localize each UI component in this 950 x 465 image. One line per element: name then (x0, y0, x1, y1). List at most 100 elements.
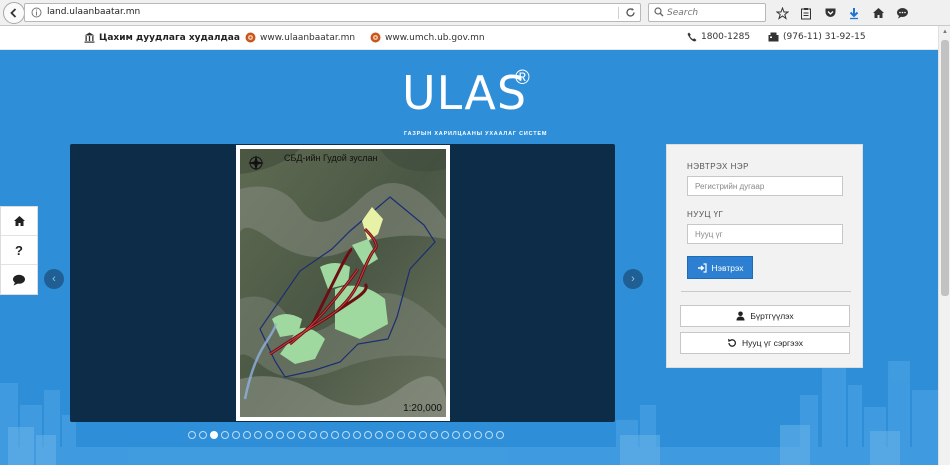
url-text[interactable]: land.ulaanbaatar.mn (47, 7, 140, 17)
ulas-logo[interactable]: ULAS ® ГАЗРЫН ХАРИЛЦААНЫ УХААЛАГ СИСТЕМ (402, 67, 546, 137)
reset-password-button[interactable]: Нууц үг сэргээх (680, 332, 850, 354)
slider-dot[interactable] (265, 431, 273, 439)
login-button[interactable]: Нэвтрэх (687, 256, 753, 279)
sign-in-icon (697, 262, 707, 273)
slider-dot[interactable] (408, 431, 416, 439)
slider-dot[interactable] (386, 431, 394, 439)
globe-icon (370, 32, 381, 43)
slider-dot[interactable] (375, 431, 383, 439)
register-button-label: Бүртгүүлэх (750, 311, 794, 321)
search-box[interactable] (648, 3, 766, 22)
slider-dot[interactable] (298, 431, 306, 439)
scroll-up-arrow[interactable]: ▲ (939, 26, 950, 38)
downloads-button[interactable] (844, 4, 864, 22)
slider-dot[interactable] (397, 431, 405, 439)
phone-icon (687, 32, 697, 42)
slider-prev-button[interactable]: ‹ (44, 269, 64, 289)
side-nav-home[interactable] (1, 207, 37, 236)
side-nav-help[interactable]: ? (1, 236, 37, 265)
download-icon (849, 7, 859, 19)
back-arrow-icon (10, 8, 17, 18)
password-label: НУУЦ ҮГ (687, 210, 724, 219)
slider-dot[interactable] (320, 431, 328, 439)
slider-dot[interactable] (430, 431, 438, 439)
site1-text: www.ulaanbaatar.mn (260, 32, 356, 43)
chat-button[interactable] (892, 4, 912, 22)
search-input[interactable] (667, 6, 763, 20)
hero-section: ULAS ® ГАЗРЫН ХАРИЛЦААНЫ УХААЛАГ СИСТЕМ … (0, 50, 938, 465)
satellite-map (240, 149, 446, 417)
info-icon[interactable] (31, 7, 42, 18)
map-image: СБД-ийн Гудой зуслан 1:20,000 (240, 149, 446, 417)
slider-dot[interactable] (474, 431, 482, 439)
refresh-icon (728, 338, 737, 347)
chat-icon (13, 274, 25, 285)
chevron-left-icon: ‹ (52, 273, 56, 285)
slider-dot[interactable] (287, 431, 295, 439)
slider-dot[interactable] (276, 431, 284, 439)
site2-link[interactable]: www.umch.ub.gov.mn (370, 32, 485, 43)
side-nav-chat[interactable] (1, 265, 37, 294)
home-button[interactable] (868, 4, 888, 22)
logo-subtitle: ГАЗРЫН ХАРИЛЦААНЫ УХААЛАГ СИСТЕМ (404, 131, 548, 137)
slider-dot[interactable] (221, 431, 229, 439)
reset-password-label: Нууц үг сэргээх (742, 338, 803, 348)
slider-dot[interactable] (496, 431, 504, 439)
top-info-bar: Цахим дуудлага худалдаа www.ulaanbaatar.… (0, 26, 938, 50)
side-nav: ? (0, 206, 38, 295)
chat-icon (896, 8, 908, 19)
panel-divider (681, 291, 851, 292)
phone-info: 1800-1285 (687, 32, 750, 42)
url-divider (618, 7, 619, 19)
slider-dot[interactable] (232, 431, 240, 439)
slider-dot[interactable] (441, 431, 449, 439)
slider-dot[interactable] (485, 431, 493, 439)
login-button-label: Нэвтрэх (711, 262, 744, 273)
url-bar[interactable]: land.ulaanbaatar.mn (24, 3, 641, 22)
phone-text: 1800-1285 (701, 32, 751, 42)
slider-dot[interactable] (452, 431, 460, 439)
slider-dot[interactable] (331, 431, 339, 439)
pocket-button[interactable] (820, 4, 840, 22)
slider-dot[interactable] (463, 431, 471, 439)
password-input[interactable] (687, 224, 843, 244)
auction-label: Цахим дуудлага худалдаа (99, 32, 240, 43)
slide-image[interactable]: СБД-ийн Гудой зуслан 1:20,000 (236, 145, 450, 421)
slider-dot[interactable] (199, 431, 207, 439)
slider-dot[interactable] (309, 431, 317, 439)
slider-dot[interactable] (419, 431, 427, 439)
slider-next-button[interactable]: › (623, 269, 643, 289)
fax-text: (976-11) 31-92-15 (783, 32, 866, 42)
username-label: НЭВТРЭХ НЭР (687, 162, 749, 171)
home-icon (13, 216, 25, 226)
slider-dot[interactable] (353, 431, 361, 439)
help-icon: ? (15, 242, 23, 258)
fax-info: (976-11) 31-92-15 (768, 32, 866, 42)
site1-link[interactable]: www.ulaanbaatar.mn (245, 32, 355, 43)
username-input[interactable] (687, 176, 843, 196)
slider-dot[interactable] (188, 431, 196, 439)
scroll-thumb[interactable] (941, 40, 949, 296)
globe-icon (245, 32, 256, 43)
slider-dot[interactable] (210, 431, 218, 439)
slider-dot[interactable] (243, 431, 251, 439)
register-button[interactable]: Бүртгүүлэх (680, 305, 850, 327)
search-icon (654, 7, 664, 17)
slider-pagination (188, 431, 504, 439)
image-slider: СБД-ийн Гудой зуслан 1:20,000 ‹ › (44, 144, 643, 439)
map-scale: 1:20,000 (403, 403, 442, 414)
bookmark-star-button[interactable] (772, 4, 792, 22)
chevron-right-icon: › (631, 273, 635, 285)
map-title: СБД-ийн Гудой зуслан (284, 153, 378, 163)
reload-icon[interactable] (625, 7, 636, 18)
auction-link[interactable]: Цахим дуудлага худалдаа (84, 32, 240, 43)
slider-dot[interactable] (342, 431, 350, 439)
login-panel: НЭВТРЭХ НЭР НУУЦ ҮГ Нэвтрэх Бүртгүүлэх Н… (666, 144, 863, 368)
reading-list-button[interactable] (796, 4, 816, 22)
page-scrollbar[interactable]: ▲ (938, 26, 950, 465)
slider-dot[interactable] (254, 431, 262, 439)
fax-icon (768, 32, 779, 42)
back-button[interactable] (3, 2, 25, 24)
slider-dot[interactable] (364, 431, 372, 439)
logo-registered-mark: ® (515, 67, 530, 89)
